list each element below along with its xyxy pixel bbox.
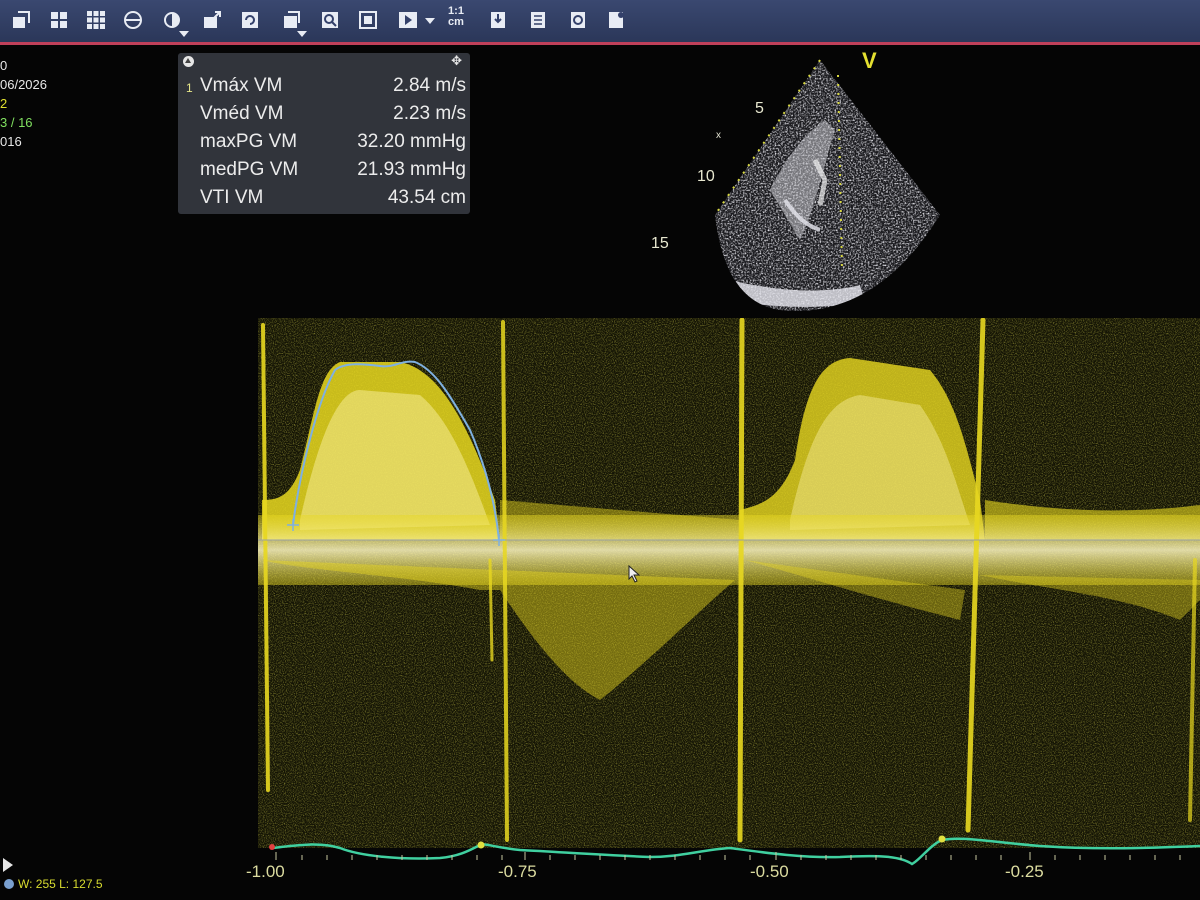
time-tick-label: -0.25 [1005,862,1044,881]
measurement-value: 2.84 m/s [393,75,466,96]
ecg-r-marker-2 [938,835,946,843]
move-handle-icon[interactable]: ✥ [451,53,462,69]
measurement-value: 2.23 m/s [393,103,466,124]
measurement-row-vti: VTI VM 43.54 cm [178,187,470,215]
ecg-start-marker [269,844,275,850]
measurement-row-medpg: medPG VM 21.93 mmHg [178,159,470,187]
measurement-label: Vméd VM [200,103,284,124]
measurement-panel-header[interactable]: ✥ [178,53,470,69]
depth-label-5: 5 [755,100,764,117]
measurement-index: 1 [186,81,193,95]
collapse-icon[interactable] [183,56,194,67]
ecg-r-marker-1 [477,841,485,849]
depth-label-15: 15 [651,235,669,252]
depth-label-10: 10 [697,168,715,185]
measurement-row-maxpg: maxPG VM 32.20 mmHg [178,131,470,159]
measurement-panel[interactable]: ✥ 1 Vmáx VM 2.84 m/s Vméd VM 2.23 m/s ma… [178,53,470,214]
window-level-readout: W: 255 L: 127.5 [18,877,103,891]
svg-text:x: x [716,130,721,141]
cine-play-icon[interactable] [3,858,13,872]
measurement-value: 21.93 mmHg [357,159,466,180]
time-tick-label: -0.75 [498,862,537,881]
measurement-label: maxPG VM [200,131,298,152]
measurement-value: 43.54 cm [387,187,466,208]
time-tick-label: -1.00 [246,862,285,881]
probe-orientation-marker: V [862,48,877,73]
window-level-icon[interactable] [4,879,14,889]
measurement-row-vmax: 1 Vmáx VM 2.84 m/s [178,75,470,103]
echo-2d-sector: x [620,40,960,320]
measurement-label: VTI VM [200,187,264,208]
measurement-value: 32.20 mmHg [357,131,466,152]
time-tick-label: -0.50 [750,862,789,881]
measurement-label: medPG VM [200,159,299,180]
measurement-row-vmed: Vméd VM 2.23 m/s [178,103,470,131]
measurement-label: Vmáx VM [200,75,283,96]
mouse-cursor-icon [628,565,641,583]
